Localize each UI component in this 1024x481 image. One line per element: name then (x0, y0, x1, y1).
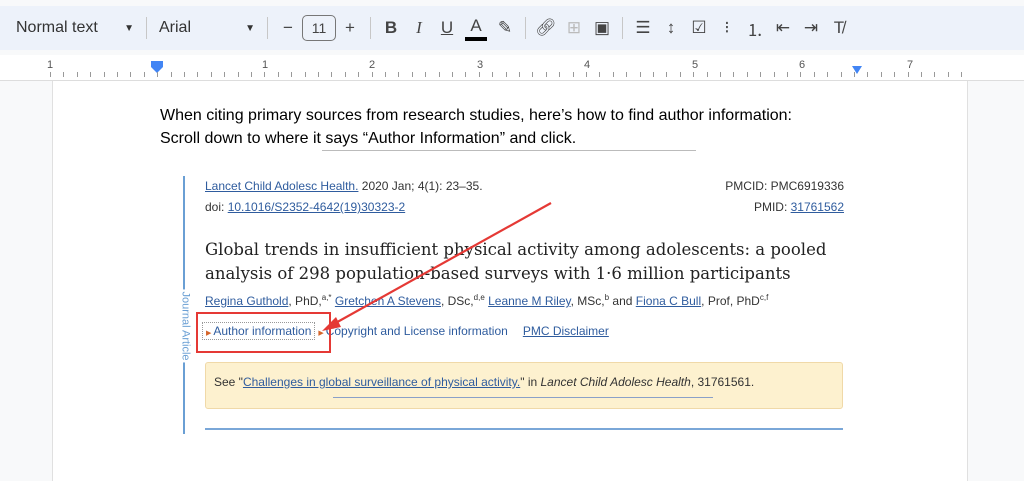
annotation-arrow (322, 202, 552, 331)
